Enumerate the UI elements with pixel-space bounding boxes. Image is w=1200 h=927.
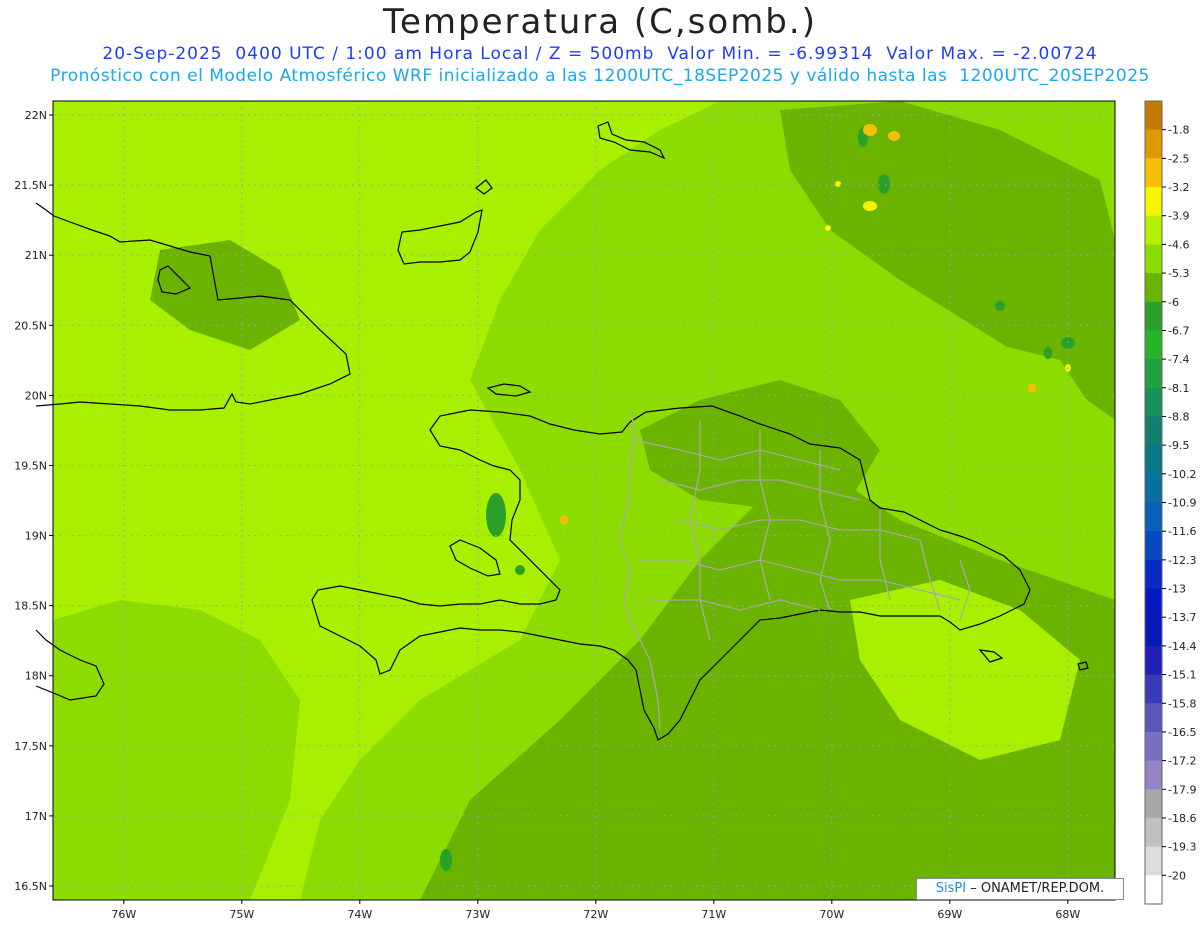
colorbar-swatch <box>1145 330 1162 360</box>
map-figure: 22N 21.5N 21N 20.5N 20N 19.5N 19N 18.5N 18N 17.5N… <box>14 100 1196 921</box>
colorbar-swatch <box>1145 674 1162 704</box>
colorbar-label: -14.4 <box>1168 640 1196 653</box>
colorbar-swatch <box>1145 760 1162 790</box>
colorbar-label: -6.7 <box>1168 324 1189 337</box>
lon-tick-label: 72W <box>583 908 608 921</box>
lon-tick-label: 69W <box>937 908 962 921</box>
colorbar-swatch <box>1145 387 1162 417</box>
lat-tick-label: 19.5N <box>14 459 47 472</box>
colorbar-label: -13.7 <box>1168 611 1196 624</box>
lat-tick-label: 19N <box>25 530 47 543</box>
colorbar-label: -10.2 <box>1168 468 1196 481</box>
lon-tick-label: 76W <box>111 908 136 921</box>
colorbar-swatch <box>1145 731 1162 762</box>
lon-tick-label: 73W <box>465 908 490 921</box>
colorbar-label: -5.3 <box>1168 267 1189 280</box>
lat-tick-label: 21.5N <box>14 179 47 192</box>
latitude-axis: 22N 21.5N 21N 20.5N 20N 19.5N 19N 18.5N 18N 17.5N… <box>14 109 53 893</box>
lat-tick-label: 16.5N <box>14 880 47 893</box>
lat-tick-label: 22N <box>25 109 47 122</box>
colorbar-swatch <box>1145 473 1162 503</box>
colorbar-label: -19.3 <box>1168 841 1196 854</box>
lat-tick-label: 20N <box>25 389 47 402</box>
colorbar-label: -4.6 <box>1168 238 1189 251</box>
colorbar-swatch <box>1145 875 1162 905</box>
colorbar-label: -15.8 <box>1168 697 1196 710</box>
colorbar-label: -10.9 <box>1168 497 1196 510</box>
colorbar-label: -17.2 <box>1168 755 1196 768</box>
lat-tick-label: 20.5N <box>14 319 47 332</box>
colorbar-label: -9.5 <box>1168 439 1189 452</box>
lat-tick-label: 18N <box>25 670 47 683</box>
longitude-axis: 76W 75W 74W 73W 72W 71W 70W 69W 68W <box>111 900 1080 921</box>
colorbar-swatch <box>1145 588 1162 618</box>
colorbar-swatch <box>1145 502 1162 532</box>
lon-tick-label: 75W <box>229 908 254 921</box>
colorbar-label: -18.6 <box>1168 812 1196 825</box>
colorbar: -1.8 -2.5 -3.2 -3.9 -4.6 -5.3 -6 -6.7 -7.4 -8.1 -8… <box>1144 100 1196 905</box>
colorbar-swatch <box>1145 187 1162 217</box>
colorbar-label: -8.8 <box>1168 410 1189 423</box>
colorbar-label: -11.6 <box>1168 525 1196 538</box>
field-cell-warm <box>1028 383 1036 393</box>
field-cell-green <box>878 174 890 194</box>
field-cell-green <box>486 493 506 537</box>
field-cell-warm <box>560 515 568 525</box>
temperature-field <box>53 101 1115 900</box>
colorbar-swatch <box>1145 158 1162 188</box>
field-cell-green <box>1044 347 1052 359</box>
colorbar-swatch <box>1145 273 1162 303</box>
lon-tick-label: 68W <box>1055 908 1080 921</box>
colorbar-swatch <box>1145 215 1162 245</box>
field-cell-warm <box>835 181 841 187</box>
colorbar-label: -2.5 <box>1168 152 1189 165</box>
colorbar-label: -8.1 <box>1168 382 1189 395</box>
colorbar-swatch <box>1145 301 1162 331</box>
lat-tick-label: 18.5N <box>14 600 47 613</box>
colorbar-label: -3.2 <box>1168 181 1189 194</box>
colorbar-swatch <box>1145 789 1162 819</box>
colorbar-label: -17.9 <box>1168 783 1196 796</box>
colorbar-swatch <box>1145 617 1162 647</box>
field-cell-warm <box>825 225 831 231</box>
colorbar-label: -3.9 <box>1168 210 1189 223</box>
field-cell-green <box>995 301 1005 311</box>
field-cell-warm <box>888 131 900 141</box>
colorbar-swatch <box>1145 359 1162 389</box>
field-cell-green <box>515 565 525 575</box>
field-cell-warm <box>863 201 877 211</box>
colorbar-label: -20 <box>1168 869 1186 882</box>
colorbar-label: -16.5 <box>1168 726 1196 739</box>
lon-tick-label: 71W <box>701 908 726 921</box>
colorbar-swatch <box>1145 703 1162 733</box>
lat-tick-label: 21N <box>25 249 47 262</box>
colorbar-swatch <box>1145 244 1162 274</box>
colorbar-swatch <box>1145 559 1162 590</box>
colorbar-label: -6 <box>1168 296 1179 309</box>
colorbar-label: -1.8 <box>1168 124 1189 137</box>
lon-tick-label: 74W <box>347 908 372 921</box>
field-cell-green <box>440 849 452 871</box>
lon-tick-label: 70W <box>819 908 844 921</box>
colorbar-swatch <box>1145 817 1162 848</box>
colorbar-swatch <box>1145 645 1162 676</box>
colorbar-label: -12.3 <box>1168 554 1196 567</box>
credit-box: SisPI – ONAMET/REP.DOM. <box>916 878 1124 900</box>
colorbar-swatch <box>1145 846 1162 876</box>
colorbar-label: -15.1 <box>1168 669 1196 682</box>
field-band-mid-left <box>53 600 300 900</box>
colorbar-swatch <box>1145 129 1162 159</box>
colorbar-swatch <box>1145 445 1162 475</box>
colorbar-label: -13 <box>1168 583 1186 596</box>
colorbar-swatch <box>1145 416 1162 446</box>
colorbar-label: -7.4 <box>1168 353 1189 366</box>
lat-tick-label: 17N <box>25 810 47 823</box>
field-cell-warm <box>863 124 877 136</box>
credit-brand: SisPI <box>935 881 967 896</box>
lat-tick-label: 17.5N <box>14 740 47 753</box>
colorbar-swatch <box>1145 101 1162 131</box>
credit-text: – ONAMET/REP.DOM. <box>970 881 1105 896</box>
colorbar-swatch <box>1145 531 1162 561</box>
